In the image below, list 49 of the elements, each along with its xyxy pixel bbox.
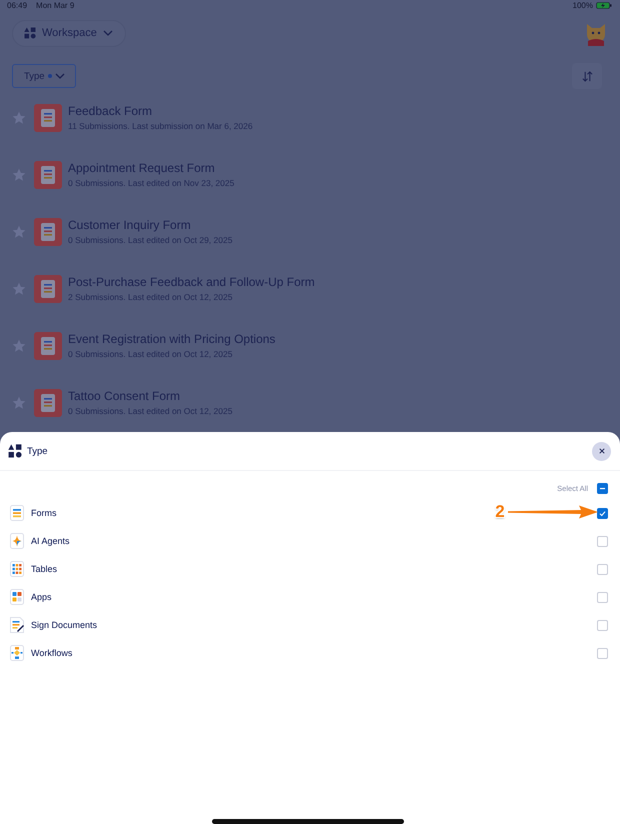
battery-icon: [596, 2, 612, 9]
sparkle-icon: [10, 533, 24, 549]
caret-icon: [102, 30, 113, 36]
select-all-checkbox[interactable]: [597, 482, 608, 494]
star-icon[interactable]: [12, 396, 26, 410]
sort-button[interactable]: [572, 63, 602, 89]
form-icon: [34, 274, 62, 302]
star-icon[interactable]: [12, 224, 26, 238]
star-icon[interactable]: [12, 110, 26, 124]
option-label[interactable]: Workflows: [31, 648, 72, 658]
sheet-title: Type: [27, 446, 48, 456]
form-title[interactable]: Tattoo Consent Form: [68, 389, 232, 403]
shapes-icon: [8, 444, 22, 458]
form-title[interactable]: Customer Inquiry Form: [68, 218, 232, 232]
check-icon: [598, 508, 607, 518]
sort-icon: [582, 70, 592, 82]
form-title[interactable]: Post-Purchase Feedback and Follow-Up Form: [68, 275, 315, 289]
document-pen-icon: [10, 617, 24, 633]
form-title[interactable]: Event Registration with Pricing Options: [68, 332, 276, 346]
battery-percent: 100%: [572, 1, 593, 10]
close-button[interactable]: [592, 442, 611, 460]
option-label[interactable]: AI Agents: [31, 536, 70, 546]
shapes-icon: [24, 27, 36, 39]
star-icon[interactable]: [12, 338, 26, 352]
form-icon: [34, 388, 62, 416]
form-lines-icon: [10, 505, 24, 521]
option-label[interactable]: Sign Documents: [31, 620, 98, 630]
option-label[interactable]: Apps: [31, 592, 52, 602]
form-title[interactable]: Feedback Form: [68, 104, 253, 118]
flowchart-icon: [10, 645, 24, 661]
form-title[interactable]: Appointment Request Form: [68, 161, 234, 175]
star-icon[interactable]: [12, 282, 26, 296]
app-tiles-icon: [10, 589, 24, 605]
annotation-number: 2: [494, 502, 506, 522]
caret-icon: [54, 73, 65, 79]
status-time: 06:49: [7, 1, 28, 10]
option-checkbox[interactable]: [597, 508, 608, 518]
grid-icon: [10, 561, 24, 577]
option-label[interactable]: Tables: [31, 564, 58, 574]
form-icon: [34, 160, 62, 188]
type-filter-button[interactable]: Type: [12, 64, 76, 88]
form-icon: [34, 332, 62, 360]
workspace-button[interactable]: Workspace: [12, 20, 126, 46]
close-icon: [598, 448, 604, 454]
option-label[interactable]: Forms: [31, 508, 56, 518]
star-icon[interactable]: [12, 168, 26, 182]
form-icon: [34, 218, 62, 246]
form-icon: [34, 104, 62, 132]
status-date: Mon Mar 9: [36, 1, 74, 10]
